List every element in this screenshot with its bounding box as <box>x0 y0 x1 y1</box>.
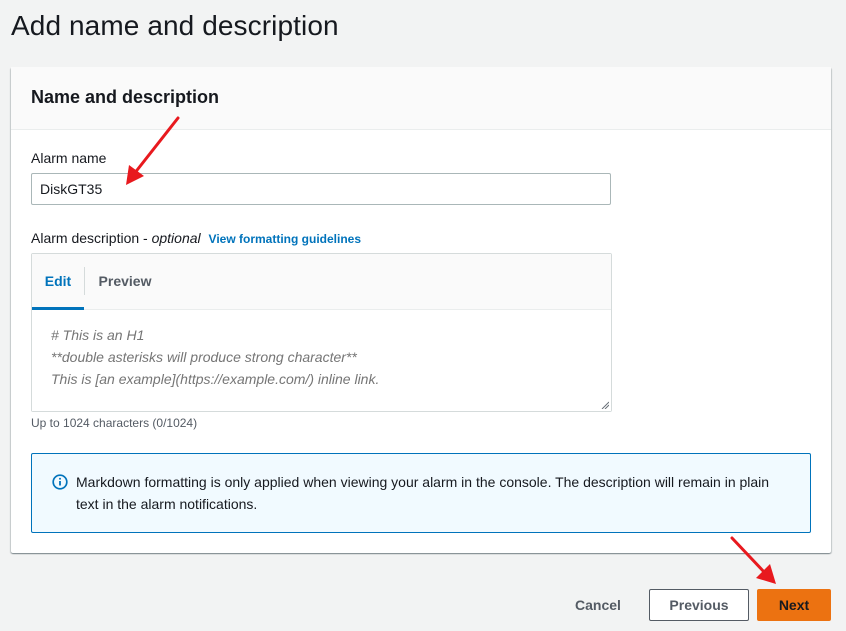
page-title: Add name and description <box>11 10 339 41</box>
alarm-description-label: Alarm description - optional View format… <box>31 229 361 248</box>
description-editor: Edit Preview <box>31 253 612 412</box>
panel-header: Name and description <box>11 67 831 130</box>
optional-label: optional <box>151 230 201 246</box>
name-description-panel: Name and description Alarm name Alarm de… <box>11 67 831 553</box>
tab-preview[interactable]: Preview <box>85 254 165 309</box>
view-formatting-guidelines-link[interactable]: View formatting guidelines <box>209 232 361 246</box>
alarm-name-input[interactable] <box>31 173 611 205</box>
resize-handle-icon[interactable] <box>601 401 609 409</box>
panel-title: Name and description <box>31 87 220 107</box>
editor-tabs: Edit Preview <box>32 254 611 310</box>
alarm-description-textarea[interactable] <box>32 310 611 411</box>
alarm-name-label: Alarm name <box>31 150 107 166</box>
info-alert: Markdown formatting is only applied when… <box>31 453 811 533</box>
character-count-hint: Up to 1024 characters (0/1024) <box>31 416 198 430</box>
next-button[interactable]: Next <box>757 589 831 621</box>
previous-button[interactable]: Previous <box>649 589 749 621</box>
tab-edit[interactable]: Edit <box>32 254 84 310</box>
info-icon <box>52 474 68 490</box>
cancel-button[interactable]: Cancel <box>561 589 635 621</box>
alarm-description-label-text: Alarm description - <box>31 230 152 246</box>
info-alert-text: Markdown formatting is only applied when… <box>76 474 770 512</box>
